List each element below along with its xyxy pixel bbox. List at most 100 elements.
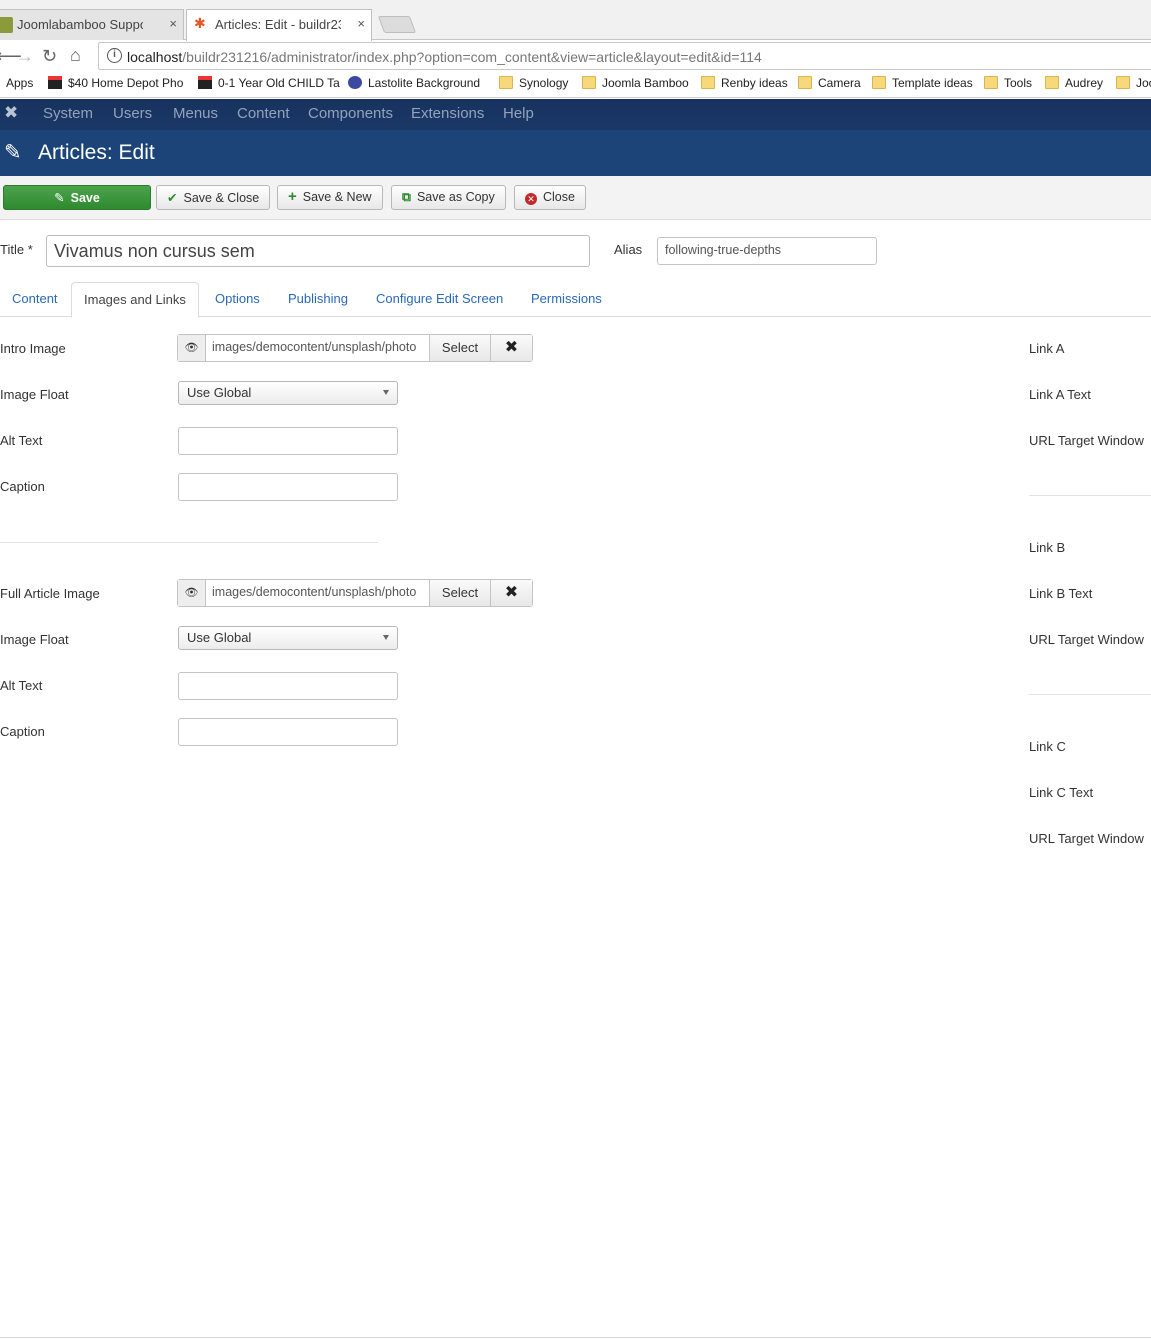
intro-image-float-select[interactable]: Use Global <box>178 381 398 405</box>
intro-image-select-button[interactable]: Select <box>429 335 491 361</box>
menu-menus[interactable]: Menus <box>173 105 218 122</box>
tab-options[interactable]: Options <box>203 282 272 317</box>
full-caption-input[interactable] <box>178 718 398 746</box>
alias-label: Alias <box>614 242 643 257</box>
pencil-icon: ✎ <box>4 141 22 164</box>
bookmark-audrey[interactable]: Audrey <box>1045 76 1103 90</box>
link-b-text-label: Link B Text <box>1029 586 1093 601</box>
bookmark-template-ideas[interactable]: Template ideas <box>872 76 973 90</box>
full-article-image-path[interactable]: images/democontent/unsplash/photo <box>212 585 424 599</box>
bookmark-apps[interactable]: Apps <box>0 76 33 90</box>
check-icon: ✔ <box>167 191 178 205</box>
save-as-copy-button[interactable]: ⧉ Save as Copy <box>391 185 506 210</box>
new-tab-button[interactable] <box>377 16 417 33</box>
url-target-window-c-label: URL Target Window <box>1029 831 1144 846</box>
folder-icon <box>582 76 596 89</box>
menu-users[interactable]: Users <box>113 105 152 122</box>
full-article-image-field: 👁 images/democontent/unsplash/photo Sele… <box>177 579 533 607</box>
intro-caption-input[interactable] <box>178 473 398 501</box>
intro-image-label: Intro Image <box>0 341 66 356</box>
site-info-icon[interactable]: i <box>107 48 122 63</box>
tab-configure-edit-screen[interactable]: Configure Edit Screen <box>364 282 515 317</box>
bookmark-home-depot[interactable]: $40 Home Depot Pho <box>48 76 183 90</box>
title-input[interactable]: Vivamus non cursus sem <box>46 235 590 267</box>
url-target-window-b-label: URL Target Window <box>1029 632 1144 647</box>
globe-icon <box>348 76 362 89</box>
joomla-logo-icon[interactable]: ✖ <box>4 104 20 121</box>
eye-icon[interactable]: 👁 <box>178 580 206 606</box>
tab-images-and-links[interactable]: Images and Links <box>71 282 199 318</box>
tab-content[interactable]: Content <box>0 282 70 317</box>
full-article-image-select-button[interactable]: Select <box>429 580 491 606</box>
bookmark-synology[interactable]: Synology <box>499 76 568 90</box>
bookmark-camera[interactable]: Camera <box>798 76 861 90</box>
url-path: /buildr231216/administrator/index.php?op… <box>182 49 762 65</box>
browser-tab-title: Joomlabamboo Support <box>17 17 143 32</box>
browser-tab-joomlabamboo[interactable]: Joomlabamboo Support × <box>0 9 184 40</box>
close-button[interactable]: ✕ Close <box>514 185 586 210</box>
folder-icon <box>1116 76 1130 89</box>
browser-tab-articles-edit[interactable]: ✱ Articles: Edit - buildr2312 × <box>186 9 372 41</box>
intro-image-float-value: Use Global <box>187 385 252 400</box>
menu-system[interactable]: System <box>43 105 93 122</box>
reload-icon[interactable]: ↻ <box>42 46 57 67</box>
full-alt-text-label: Alt Text <box>0 678 43 693</box>
bookmarks-bar: Apps $40 Home Depot Pho 0-1 Year Old CHI… <box>0 72 1151 98</box>
alias-input[interactable]: following-true-depths <box>657 237 877 265</box>
menu-extensions[interactable]: Extensions <box>411 105 484 122</box>
intro-image-field: 👁 images/democontent/unsplash/photo Sele… <box>177 334 533 362</box>
forward-icon[interactable]: → <box>16 46 34 67</box>
menu-content[interactable]: Content <box>237 105 290 122</box>
menu-help[interactable]: Help <box>503 105 534 122</box>
close-circle-icon: ✕ <box>525 193 537 205</box>
clear-icon[interactable]: ✖ <box>491 580 532 606</box>
browser-tab-title: Articles: Edit - buildr2312 <box>215 17 341 32</box>
tab-publishing[interactable]: Publishing <box>276 282 360 317</box>
caret-down-icon <box>383 390 389 395</box>
tab-permissions[interactable]: Permissions <box>519 282 614 317</box>
store-icon <box>198 76 212 89</box>
copy-icon: ⧉ <box>402 190 411 204</box>
full-caption-label: Caption <box>0 724 45 739</box>
full-image-float-value: Use Global <box>187 630 252 645</box>
divider <box>1029 694 1151 695</box>
save-button[interactable]: ✎ Save <box>3 185 151 210</box>
divider <box>1029 495 1151 496</box>
close-tab-icon[interactable]: × <box>169 16 177 31</box>
full-article-image-label: Full Article Image <box>0 586 100 601</box>
clear-icon[interactable]: ✖ <box>491 335 532 361</box>
admin-menu-bar: ✖ System Users Menus Content Components … <box>0 99 1151 130</box>
url-target-window-a-label: URL Target Window <box>1029 433 1144 448</box>
link-c-label: Link C <box>1029 739 1066 754</box>
plus-icon: + <box>288 188 297 205</box>
bookmark-tools[interactable]: Tools <box>984 76 1032 90</box>
intro-image-path[interactable]: images/democontent/unsplash/photo <box>212 340 424 354</box>
bookmark-lastolite[interactable]: Lastolite Background <box>348 76 480 90</box>
intro-alt-text-input[interactable] <box>178 427 398 455</box>
eye-icon[interactable]: 👁 <box>178 335 206 361</box>
page-title: Articles: Edit <box>38 141 155 164</box>
bookmark-joomla-bamboo[interactable]: Joomla Bamboo <box>582 76 689 90</box>
folder-icon <box>499 76 513 89</box>
menu-components[interactable]: Components <box>308 105 393 122</box>
edit-icon: ✎ <box>54 191 65 205</box>
url-input[interactable]: i localhost/buildr231216/administrator/i… <box>98 42 1151 70</box>
save-new-button[interactable]: + Save & New <box>277 185 383 210</box>
divider <box>0 1337 1151 1338</box>
caret-down-icon <box>383 635 389 640</box>
joomlabamboo-favicon-icon <box>0 17 13 33</box>
joomla-favicon-icon: ✱ <box>194 15 206 31</box>
folder-icon <box>872 76 886 89</box>
full-alt-text-input[interactable] <box>178 672 398 700</box>
title-label: Title * <box>0 242 33 257</box>
link-b-label: Link B <box>1029 540 1066 555</box>
home-icon[interactable]: ⌂ <box>70 45 81 66</box>
link-a-text-label: Link A Text <box>1029 387 1091 402</box>
bookmark-child[interactable]: 0-1 Year Old CHILD Ta <box>198 76 340 90</box>
form-tabs: Content Images and Links Options Publish… <box>0 282 1151 318</box>
save-close-button[interactable]: ✔ Save & Close <box>156 185 271 210</box>
close-tab-icon[interactable]: × <box>357 16 365 31</box>
bookmark-renby-ideas[interactable]: Renby ideas <box>701 76 788 90</box>
full-image-float-select[interactable]: Use Global <box>178 626 398 650</box>
bookmark-joo[interactable]: Joo <box>1116 76 1151 90</box>
